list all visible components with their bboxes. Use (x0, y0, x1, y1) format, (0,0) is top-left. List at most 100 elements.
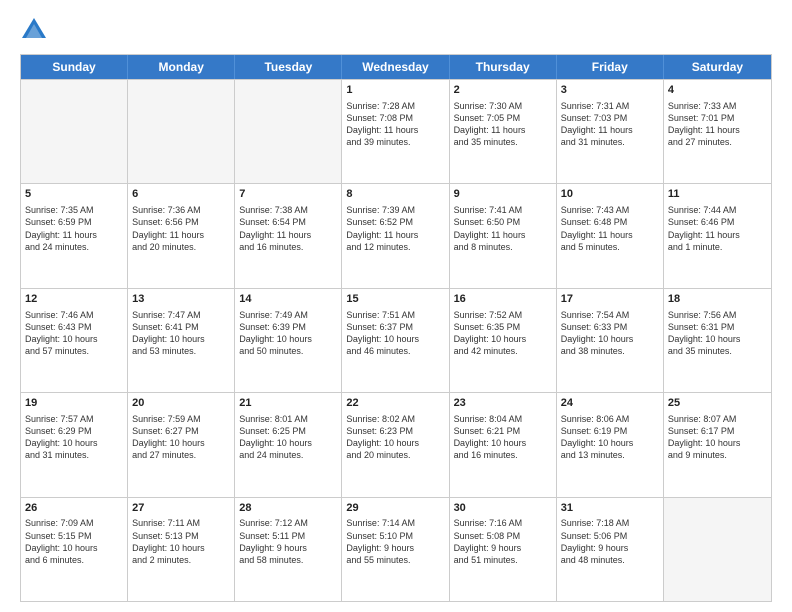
day-number: 25 (668, 396, 767, 411)
day-info-line: Sunset: 7:01 PM (668, 112, 767, 124)
day-info-line: Sunrise: 7:51 AM (346, 309, 444, 321)
day-info-line: Sunset: 6:21 PM (454, 425, 552, 437)
day-info-line: Sunrise: 7:59 AM (132, 413, 230, 425)
day-info-line: Sunset: 6:27 PM (132, 425, 230, 437)
day-info-line: Sunrise: 7:28 AM (346, 100, 444, 112)
day-info-line: Daylight: 9 hours (239, 542, 337, 554)
day-info-line: Daylight: 11 hours (25, 229, 123, 241)
day-info-line: Daylight: 10 hours (346, 333, 444, 345)
day-info-line: Daylight: 11 hours (668, 124, 767, 136)
day-info-line: Sunrise: 7:54 AM (561, 309, 659, 321)
day-number: 5 (25, 187, 123, 202)
day-info-line: Sunrise: 7:47 AM (132, 309, 230, 321)
day-number: 13 (132, 292, 230, 307)
day-info-line: Sunrise: 7:18 AM (561, 517, 659, 529)
day-info-line: Sunrise: 7:56 AM (668, 309, 767, 321)
day-info-line: Sunrise: 7:49 AM (239, 309, 337, 321)
day-number: 22 (346, 396, 444, 411)
day-info-line: Sunset: 6:19 PM (561, 425, 659, 437)
cal-cell: 8Sunrise: 7:39 AMSunset: 6:52 PMDaylight… (342, 184, 449, 287)
day-info-line: Sunset: 6:31 PM (668, 321, 767, 333)
cal-cell: 5 Sunrise: 7:35 AMSunset: 6:59 PMDaylight… (21, 184, 128, 287)
day-header-sunday: Sunday (21, 55, 128, 79)
day-number: 30 (454, 501, 552, 516)
day-info-line: and 8 minutes. (454, 241, 552, 253)
day-number: 4 (668, 83, 767, 98)
day-info-line: and 13 minutes. (561, 449, 659, 461)
day-number: 31 (561, 501, 659, 516)
day-number: 15 (346, 292, 444, 307)
day-info-line: Daylight: 10 hours (239, 333, 337, 345)
day-number: 10 (561, 187, 659, 202)
day-number: 28 (239, 501, 337, 516)
day-header-monday: Monday (128, 55, 235, 79)
day-info-line: and 2 minutes. (132, 554, 230, 566)
calendar-row-2: 12Sunrise: 7:46 AMSunset: 6:43 PMDayligh… (21, 288, 771, 392)
day-info-line: Sunrise: 8:01 AM (239, 413, 337, 425)
day-info-line: Sunset: 6:54 PM (239, 216, 337, 228)
day-info-line: Sunrise: 7:35 AM (25, 204, 123, 216)
cal-cell: 7Sunrise: 7:38 AMSunset: 6:54 PMDaylight… (235, 184, 342, 287)
day-info-line: Sunset: 6:29 PM (25, 425, 123, 437)
day-info-line: and 50 minutes. (239, 345, 337, 357)
day-number: 9 (454, 187, 552, 202)
cal-cell: 19Sunrise: 7:57 AMSunset: 6:29 PMDayligh… (21, 393, 128, 496)
day-info-line: and 27 minutes. (668, 136, 767, 148)
cal-cell: 12Sunrise: 7:46 AMSunset: 6:43 PMDayligh… (21, 289, 128, 392)
day-info-line: Sunrise: 8:04 AM (454, 413, 552, 425)
day-info-line: Daylight: 10 hours (668, 437, 767, 449)
day-number: 12 (25, 292, 123, 307)
day-info-line: Sunrise: 7:43 AM (561, 204, 659, 216)
day-info-line: Sunset: 6:33 PM (561, 321, 659, 333)
day-number: 6 (132, 187, 230, 202)
day-number: 16 (454, 292, 552, 307)
day-info-line: and 55 minutes. (346, 554, 444, 566)
cal-cell: 26Sunrise: 7:09 AMSunset: 5:15 PMDayligh… (21, 498, 128, 601)
day-info-line: Daylight: 10 hours (454, 437, 552, 449)
day-info-line: Sunset: 5:13 PM (132, 530, 230, 542)
day-info-line: Sunrise: 7:14 AM (346, 517, 444, 529)
cal-cell: 17Sunrise: 7:54 AMSunset: 6:33 PMDayligh… (557, 289, 664, 392)
day-info-line: and 51 minutes. (454, 554, 552, 566)
day-info-line: Daylight: 9 hours (561, 542, 659, 554)
day-info-line: and 31 minutes. (25, 449, 123, 461)
day-number: 29 (346, 501, 444, 516)
day-info-line: and 48 minutes. (561, 554, 659, 566)
day-info-line: Daylight: 11 hours (454, 124, 552, 136)
day-number: 24 (561, 396, 659, 411)
day-info-line: Sunset: 7:08 PM (346, 112, 444, 124)
day-info-line: Daylight: 10 hours (25, 437, 123, 449)
cal-cell (21, 80, 128, 183)
day-info-line: Daylight: 10 hours (454, 333, 552, 345)
cal-cell: 21Sunrise: 8:01 AMSunset: 6:25 PMDayligh… (235, 393, 342, 496)
day-info-line: Daylight: 11 hours (239, 229, 337, 241)
day-number: 8 (346, 187, 444, 202)
day-info-line: and 16 minutes. (454, 449, 552, 461)
day-info-line: Sunrise: 7:12 AM (239, 517, 337, 529)
day-info-line: Sunset: 5:06 PM (561, 530, 659, 542)
day-info-line: Sunrise: 7:11 AM (132, 517, 230, 529)
day-header-wednesday: Wednesday (342, 55, 449, 79)
day-info-line: and 31 minutes. (561, 136, 659, 148)
day-info-line: and 20 minutes. (346, 449, 444, 461)
day-info-line: Sunset: 6:59 PM (25, 216, 123, 228)
day-info-line: Sunrise: 7:41 AM (454, 204, 552, 216)
day-info-line: Sunrise: 8:02 AM (346, 413, 444, 425)
day-info-line: Daylight: 9 hours (346, 542, 444, 554)
day-info-line: and 16 minutes. (239, 241, 337, 253)
calendar-row-1: 5Sunrise: 7:35 AMSunset: 6:59 PMDaylight… (21, 183, 771, 287)
day-info-line: and 9 minutes. (668, 449, 767, 461)
day-info-line: Daylight: 10 hours (132, 542, 230, 554)
calendar: SundayMondayTuesdayWednesdayThursdayFrid… (20, 54, 772, 602)
cal-cell: 20Sunrise: 7:59 AMSunset: 6:27 PMDayligh… (128, 393, 235, 496)
day-number: 11 (668, 187, 767, 202)
day-info-line: Daylight: 9 hours (454, 542, 552, 554)
day-info-line: Daylight: 11 hours (132, 229, 230, 241)
day-info-line: Daylight: 10 hours (132, 333, 230, 345)
day-number: 27 (132, 501, 230, 516)
day-info-line: Sunset: 5:11 PM (239, 530, 337, 542)
day-info-line: and 39 minutes. (346, 136, 444, 148)
day-info-line: Sunset: 7:03 PM (561, 112, 659, 124)
cal-cell: 13Sunrise: 7:47 AMSunset: 6:41 PMDayligh… (128, 289, 235, 392)
day-info-line: Daylight: 11 hours (561, 229, 659, 241)
